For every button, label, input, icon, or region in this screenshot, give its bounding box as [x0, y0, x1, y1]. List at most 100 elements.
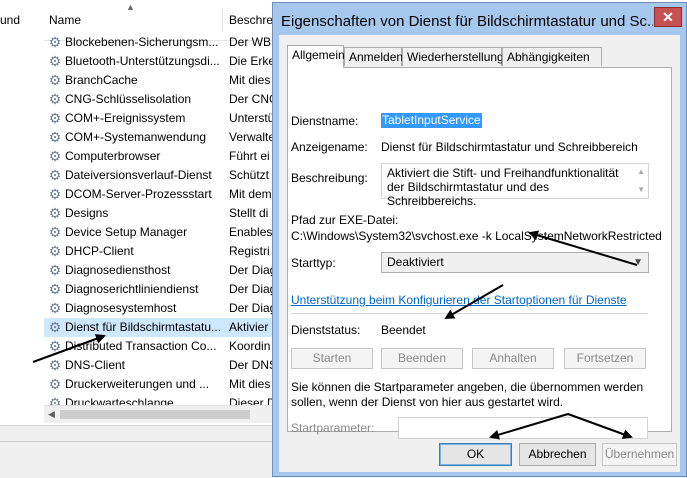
service-row[interactable]: ⚙ DCOM-Server-Prozessstart Mit dem [44, 185, 274, 204]
service-description: Der WBE [229, 35, 274, 49]
chevron-down-icon: ▼ [633, 257, 643, 268]
view-tab-strip [0, 441, 272, 462]
status-label: Dienststatus: [291, 323, 361, 337]
service-description: Aktivier [229, 320, 269, 334]
service-name: Blockebenen-Sicherungsm... [65, 35, 219, 49]
scroll-left-icon[interactable]: ◀ [48, 409, 55, 420]
description-label: Beschreibung: [291, 171, 368, 185]
gear-icon: ⚙ [48, 357, 62, 373]
startup-type-select[interactable]: Deaktiviert ▼ [381, 252, 649, 273]
service-name: BranchCache [65, 73, 138, 87]
service-description: Der DNS [229, 358, 274, 372]
service-row[interactable]: ⚙ Bluetooth-Unterstützungsdi... Die Erke [44, 52, 274, 71]
gear-icon: ⚙ [48, 129, 62, 145]
service-description: Der CNG [229, 92, 274, 106]
services-list: ⚙Blockebenen-Sicherungsm...Der WBE⚙Bluet… [44, 33, 274, 405]
service-row[interactable]: ⚙ DNS-Client Der DNS [44, 356, 274, 375]
start-button[interactable]: Starten [291, 348, 373, 369]
cancel-button[interactable]: Abbrechen [519, 443, 596, 466]
service-row[interactable]: ⚙ Computerbrowser Führt ei [44, 147, 274, 166]
scroll-down-icon[interactable]: ▼ [637, 183, 645, 197]
service-row[interactable]: ⚙ Druckwarteschlange Dieser D [44, 394, 274, 405]
service-row[interactable]: ⚙ COM+-Systemanwendung Verwalte [44, 128, 274, 147]
gear-icon: ⚙ [48, 53, 62, 69]
service-description: Der Diag [229, 282, 274, 296]
service-row[interactable]: ⚙ Distributed Transaction Co... Koordin [44, 337, 274, 356]
description-field[interactable]: Aktiviert die Stift- und Freihandfunktio… [381, 163, 649, 208]
gear-icon: ⚙ [48, 72, 62, 88]
service-name: CNG-Schlüsselisolation [65, 92, 192, 106]
service-name: Distributed Transaction Co... [65, 339, 217, 353]
ok-button[interactable]: OK [439, 443, 512, 466]
tab-general[interactable]: Allgemein [287, 45, 345, 68]
stop-button[interactable]: Beenden [381, 348, 463, 369]
column-header-description[interactable]: Beschre [229, 13, 273, 27]
service-description: Schützt [229, 168, 270, 182]
horizontal-scrollbar[interactable]: ◀ [44, 405, 274, 423]
gear-icon: ⚙ [48, 319, 62, 335]
service-row[interactable]: ⚙ Designs Stellt di [44, 204, 274, 223]
description-text: Aktiviert die Stift- und Freihandfunktio… [387, 166, 619, 208]
gear-icon: ⚙ [48, 186, 62, 202]
left-column-header: und [0, 13, 21, 27]
resume-button[interactable]: Fortsetzen [564, 348, 646, 369]
startup-type-label: Starttyp: [291, 256, 336, 270]
service-description: Mit dies [229, 73, 271, 87]
status-value: Beendet [381, 323, 426, 337]
apply-button[interactable]: Übernehmen [602, 443, 677, 466]
general-tab-panel: Dienstname: TabletInputService Anzeigena… [287, 67, 672, 439]
gear-icon: ⚙ [48, 262, 62, 278]
service-description: Registri [229, 244, 270, 258]
start-params-input[interactable] [398, 417, 648, 439]
gear-icon: ⚙ [48, 34, 62, 50]
startup-help-link[interactable]: Unterstützung beim Konfigurieren der Sta… [291, 293, 627, 307]
pause-button[interactable]: Anhalten [472, 348, 554, 369]
tab-logon[interactable]: Anmelden [344, 47, 403, 66]
service-name-value[interactable]: TabletInputService [381, 113, 482, 128]
start-params-info: Sie können die Startparameter angeben, d… [291, 380, 644, 409]
gear-icon: ⚙ [48, 224, 62, 240]
service-description: Mit dem [229, 187, 272, 201]
service-properties-dialog: Eigenschaften von Dienst für Bildschirmt… [272, 2, 687, 477]
service-description: Die Erke [229, 54, 274, 68]
service-row[interactable]: ⚙ CNG-Schlüsselisolation Der CNG [44, 90, 274, 109]
service-row[interactable]: ⚙ Device Setup Manager Enables [44, 223, 274, 242]
service-name-label: Dienstname: [291, 114, 359, 128]
service-row[interactable]: ⚙ COM+-Ereignissystem Unterstü [44, 109, 274, 128]
service-name: DNS-Client [65, 358, 126, 372]
service-row[interactable]: ⚙ BranchCache Mit dies [44, 71, 274, 90]
service-row[interactable]: ⚙ Druckerweiterungen und ... Mit dies [44, 375, 274, 394]
gear-icon: ⚙ [48, 395, 62, 405]
service-description: Koordin [229, 339, 271, 353]
column-divider[interactable] [222, 8, 223, 32]
column-header-name[interactable]: Name [49, 13, 81, 27]
gear-icon: ⚙ [48, 148, 62, 164]
service-row[interactable]: ⚙ DHCP-Client Registri [44, 242, 274, 261]
service-description: Verwalte [229, 130, 274, 144]
dialog-body: Allgemein Anmelden Wiederherstellung Abh… [279, 35, 680, 472]
service-row[interactable]: ⚙ Diagnoserichtliniendienst Der Diag [44, 280, 274, 299]
scrollbar-thumb[interactable] [60, 410, 250, 419]
service-name: COM+-Ereignissystem [65, 111, 186, 125]
service-row[interactable]: ⚙ Diagnosediensthost Der Diag [44, 261, 274, 280]
tab-dependencies[interactable]: Abhängigkeiten [502, 47, 602, 66]
tab-recovery[interactable]: Wiederherstellung [402, 47, 504, 66]
service-description: Der Diag [229, 263, 274, 277]
service-description: Der Diag [229, 301, 274, 315]
scroll-up-icon[interactable]: ▲ [637, 165, 645, 179]
service-name: Druckwarteschlange [65, 396, 174, 405]
service-description: Stellt di [229, 206, 269, 220]
service-name: Designs [65, 206, 109, 220]
service-name: COM+-Systemanwendung [65, 130, 207, 144]
close-button[interactable]: ✕ [654, 7, 682, 27]
service-row[interactable]: ⚙ Dateiversionsverlauf-Dienst Schützt [44, 166, 274, 185]
gear-icon: ⚙ [48, 205, 62, 221]
service-row[interactable]: ⚙Blockebenen-Sicherungsm... Der WBE [44, 33, 274, 52]
service-name: DHCP-Client [65, 244, 134, 258]
sort-up-icon: ▲ [126, 2, 135, 12]
service-row[interactable]: ⚙ Diagnosesystemhost Der Diag [44, 299, 274, 318]
gear-icon: ⚙ [48, 243, 62, 259]
service-row[interactable]: ⚙ Dienst für Bildschirmtastatu... Aktivier [44, 318, 274, 337]
service-description: Mit dies [229, 377, 271, 391]
left-pane: und [0, 0, 44, 425]
